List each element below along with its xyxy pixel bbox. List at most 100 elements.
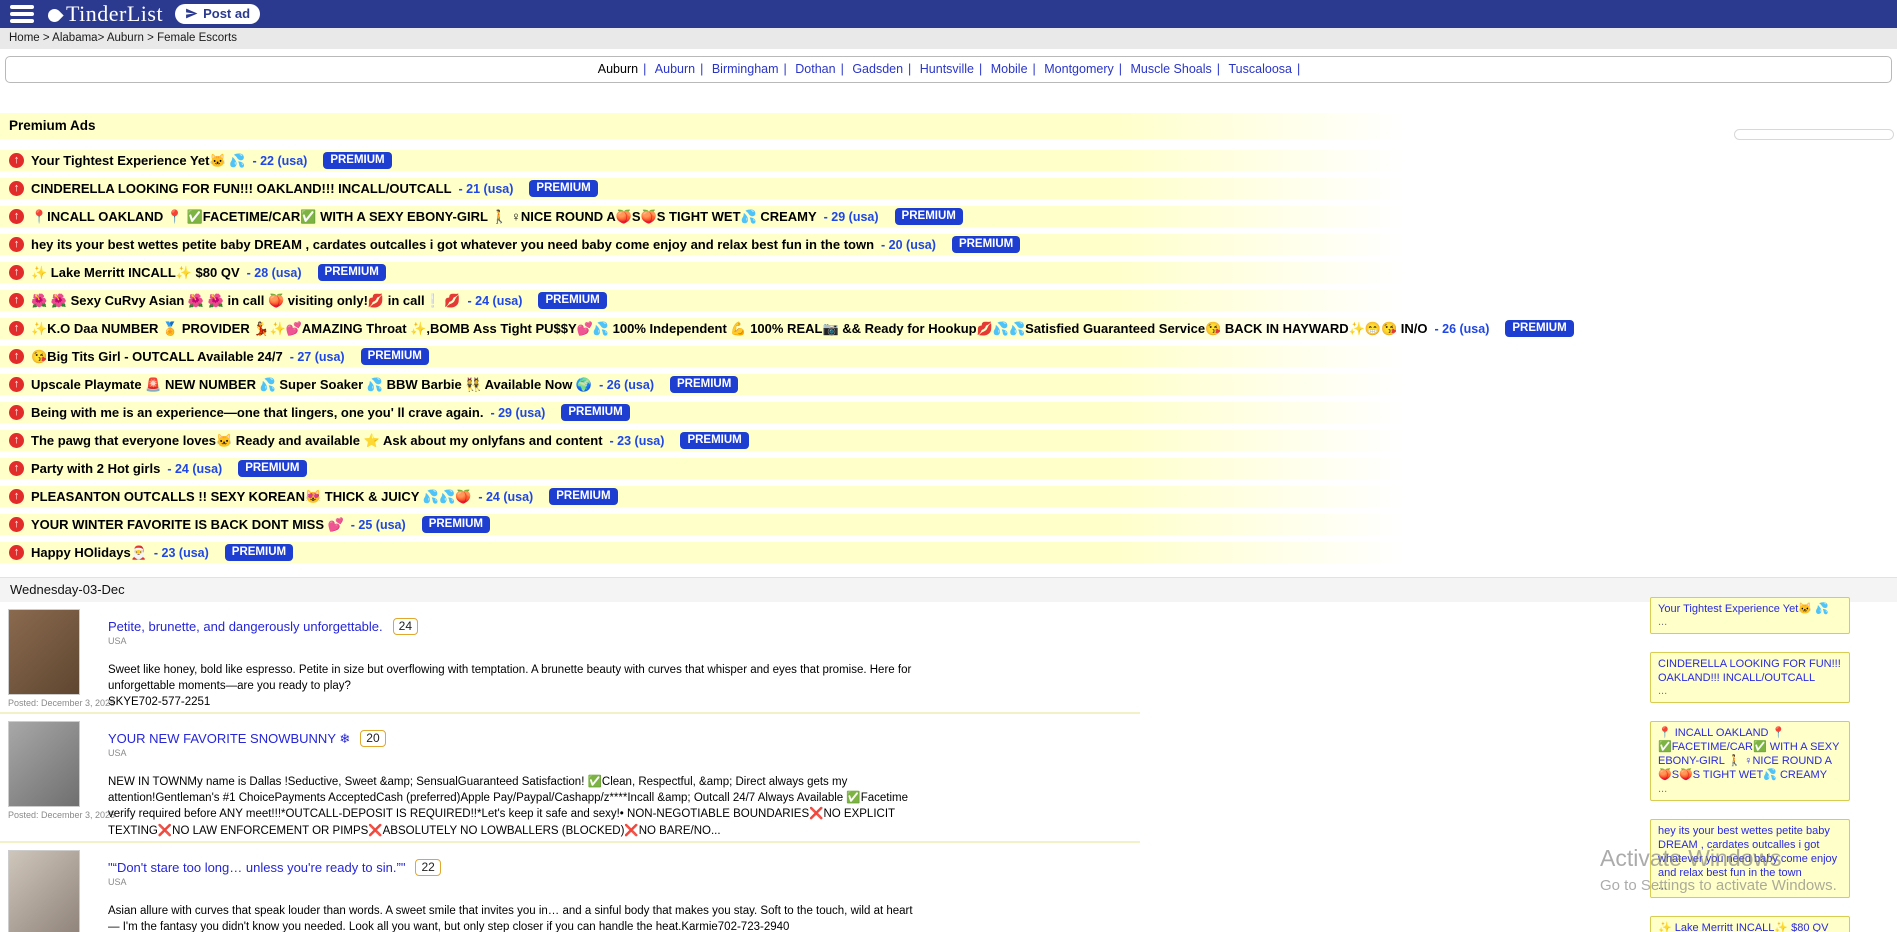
premium-badge[interactable]: PREMIUM: [318, 264, 386, 281]
premium-ad-row[interactable]: ↑ 😘Big Tits Girl - OUTCALL Available 24/…: [0, 346, 1897, 367]
premium-ad-row[interactable]: ↑ ✨K.O Daa NUMBER 🏅 PROVIDER 💃✨💕AMAZING …: [0, 318, 1897, 339]
breadcrumb: Home > Alabama> Auburn > Female Escorts: [0, 28, 1897, 49]
premium-ad-row[interactable]: ↑ CINDERELLA LOOKING FOR FUN!!! OAKLAND!…: [0, 178, 1897, 199]
premium-badge[interactable]: PREMIUM: [225, 544, 293, 561]
listing-age-badge: 20: [360, 730, 385, 747]
listing-content: YOUR NEW FAVORITE SNOWBUNNY ❄ 20 USA NEW…: [108, 721, 913, 838]
sidebar-ad-box[interactable]: 📍 INCALL OAKLAND 📍 ✅FACETIME/CAR✅ WITH A…: [1650, 721, 1850, 800]
bump-up-icon: ↑: [9, 293, 24, 308]
premium-ad-title[interactable]: The pawg that everyone loves🐱 Ready and …: [31, 433, 603, 449]
premium-ad-title[interactable]: 😘Big Tits Girl - OUTCALL Available 24/7: [31, 349, 283, 365]
site-logo[interactable]: TinderList: [48, 1, 163, 27]
city-link[interactable]: Huntsville: [920, 62, 974, 76]
premium-ad-title[interactable]: CINDERELLA LOOKING FOR FUN!!! OAKLAND!!!…: [31, 181, 452, 196]
city-link[interactable]: Montgomery: [1044, 62, 1113, 76]
premium-ad-title[interactable]: ✨ Lake Merritt INCALL✨ $80 QV: [31, 265, 240, 281]
premium-ad-title[interactable]: Being with me is an experience—one that …: [31, 405, 483, 420]
premium-ad-row[interactable]: ↑ ✨ Lake Merritt INCALL✨ $80 QV - 28 (us…: [0, 262, 1897, 283]
premium-ad-title[interactable]: 🌺 🌺 Sexy CuRvy Asian 🌺 🌺 in call 🍑 visit…: [31, 293, 461, 309]
city-separator: |: [841, 62, 844, 76]
premium-badge[interactable]: PREMIUM: [895, 208, 963, 225]
listing-row: Posted: December 3, 2025 Petite, brunett…: [0, 602, 1140, 714]
premium-ad-row[interactable]: ↑ PLEASANTON OUTCALLS !! SEXY KOREAN😻 TH…: [0, 486, 1897, 507]
premium-badge[interactable]: PREMIUM: [549, 488, 617, 505]
sidebar-ad-box[interactable]: hey its your best wettes petite baby DRE…: [1650, 819, 1850, 898]
premium-ad-row[interactable]: ↑ Your Tightest Experience Yet🐱 💦 - 22 (…: [0, 150, 1897, 171]
premium-badge[interactable]: PREMIUM: [561, 404, 629, 421]
listing-title-link[interactable]: Petite, brunette, and dangerously unforg…: [108, 619, 383, 634]
sidebar-ad-title[interactable]: hey its your best wettes petite baby DRE…: [1658, 824, 1842, 880]
bump-up-icon: ↑: [9, 153, 24, 168]
premium-badge[interactable]: PREMIUM: [680, 432, 748, 449]
premium-badge[interactable]: PREMIUM: [422, 516, 490, 533]
premium-ad-title[interactable]: ✨K.O Daa NUMBER 🏅 PROVIDER 💃✨💕AMAZING Th…: [31, 321, 1428, 337]
premium-ad-title[interactable]: Upscale Playmate 🚨 NEW NUMBER 💦 Super So…: [31, 377, 592, 393]
paper-plane-icon: [185, 7, 198, 20]
listing-description: Sweet like honey, bold like espresso. Pe…: [108, 662, 913, 694]
premium-ad-title[interactable]: Party with 2 Hot girls: [31, 461, 160, 476]
bump-up-icon: ↑: [9, 377, 24, 392]
breadcrumb-item[interactable]: Alabama: [52, 32, 97, 44]
listings-feed: Posted: December 3, 2025 Petite, brunett…: [0, 602, 1140, 932]
premium-ad-row[interactable]: ↑ Being with me is an experience—one tha…: [0, 402, 1897, 423]
bump-up-icon: ↑: [9, 209, 24, 224]
premium-ad-row[interactable]: ↑ 📍INCALL OAKLAND 📍 ✅FACETIME/CAR✅ WITH …: [0, 206, 1897, 227]
city-link[interactable]: Dothan: [795, 62, 835, 76]
premium-ad-row[interactable]: ↑ YOUR WINTER FAVORITE IS BACK DONT MISS…: [0, 514, 1897, 535]
city-link[interactable]: Birmingham: [712, 62, 779, 76]
city-link[interactable]: Auburn: [598, 62, 638, 76]
premium-badge[interactable]: PREMIUM: [1505, 320, 1573, 337]
premium-ad-age: - 24 (usa): [468, 294, 523, 308]
city-separator: |: [784, 62, 787, 76]
premium-badge[interactable]: PREMIUM: [952, 236, 1020, 253]
bump-up-icon: ↑: [9, 349, 24, 364]
premium-ad-age: - 23 (usa): [610, 434, 665, 448]
premium-ad-title[interactable]: YOUR WINTER FAVORITE IS BACK DONT MISS 💕: [31, 517, 344, 533]
premium-ad-row[interactable]: ↑ Happy HOlidays🎅 - 23 (usa) PREMIUM: [0, 542, 1897, 563]
breadcrumb-item[interactable]: Auburn: [107, 32, 144, 44]
listing-thumbnail-photo[interactable]: [8, 721, 80, 807]
post-ad-button[interactable]: Post ad: [175, 4, 260, 24]
listing-thumbnail-photo[interactable]: [8, 850, 80, 932]
breadcrumb-item[interactable]: Female Escorts: [157, 32, 237, 44]
premium-ad-title[interactable]: PLEASANTON OUTCALLS !! SEXY KOREAN😻 THIC…: [31, 489, 471, 505]
city-link[interactable]: Mobile: [991, 62, 1028, 76]
premium-ad-title[interactable]: hey its your best wettes petite baby DRE…: [31, 237, 874, 252]
premium-ad-row[interactable]: ↑ 🌺 🌺 Sexy CuRvy Asian 🌺 🌺 in call 🍑 vis…: [0, 290, 1897, 311]
premium-badge[interactable]: PREMIUM: [538, 292, 606, 309]
sidebar-ad-title[interactable]: 📍 INCALL OAKLAND 📍 ✅FACETIME/CAR✅ WITH A…: [1658, 726, 1842, 782]
top-right-scrollbar[interactable]: [1734, 129, 1894, 140]
premium-ad-row[interactable]: ↑ The pawg that everyone loves🐱 Ready an…: [0, 430, 1897, 451]
premium-badge[interactable]: PREMIUM: [323, 152, 391, 169]
sidebar-ad-box[interactable]: CINDERELLA LOOKING FOR FUN!!! OAKLAND!!!…: [1650, 652, 1850, 703]
sidebar-ad-ellipsis: ...: [1658, 880, 1842, 892]
premium-badge[interactable]: PREMIUM: [238, 460, 306, 477]
sidebar-ad-box[interactable]: Your Tightest Experience Yet🐱 💦 ...: [1650, 597, 1850, 634]
city-link[interactable]: Auburn: [655, 62, 695, 76]
sidebar-ad-box[interactable]: ✨ Lake Merritt INCALL✨ $80 QV ...: [1650, 916, 1850, 932]
listing-title-link[interactable]: "“Don't stare too long… unless you're re…: [108, 860, 405, 875]
sidebar-ad-title[interactable]: CINDERELLA LOOKING FOR FUN!!! OAKLAND!!!…: [1658, 657, 1842, 685]
city-separator: |: [1119, 62, 1122, 76]
premium-badge[interactable]: PREMIUM: [670, 376, 738, 393]
sidebar-ad-ellipsis: ...: [1658, 616, 1842, 628]
breadcrumb-item[interactable]: Home: [9, 32, 40, 44]
listing-title-link[interactable]: YOUR NEW FAVORITE SNOWBUNNY ❄: [108, 731, 350, 747]
city-link[interactable]: Tuscaloosa: [1229, 62, 1292, 76]
city-link[interactable]: Muscle Shoals: [1130, 62, 1211, 76]
bump-up-icon: ↑: [9, 405, 24, 420]
premium-ad-row[interactable]: ↑ hey its your best wettes petite baby D…: [0, 234, 1897, 255]
premium-ad-row[interactable]: ↑ Party with 2 Hot girls - 24 (usa) PREM…: [0, 458, 1897, 479]
listing-thumbnail-photo[interactable]: [8, 609, 80, 695]
sidebar-ad-title[interactable]: ✨ Lake Merritt INCALL✨ $80 QV: [1658, 921, 1842, 932]
sidebar-ad-title[interactable]: Your Tightest Experience Yet🐱 💦: [1658, 602, 1842, 616]
hamburger-menu-icon[interactable]: [8, 3, 36, 25]
premium-ad-row[interactable]: ↑ Upscale Playmate 🚨 NEW NUMBER 💦 Super …: [0, 374, 1897, 395]
premium-ad-title[interactable]: 📍INCALL OAKLAND 📍 ✅FACETIME/CAR✅ WITH A …: [31, 209, 817, 225]
premium-ad-title[interactable]: Happy HOlidays🎅: [31, 545, 147, 561]
premium-badge[interactable]: PREMIUM: [529, 180, 597, 197]
listing-content: "“Don't stare too long… unless you're re…: [108, 850, 913, 932]
premium-badge[interactable]: PREMIUM: [361, 348, 429, 365]
premium-ad-title[interactable]: Your Tightest Experience Yet🐱 💦: [31, 153, 245, 169]
city-link[interactable]: Gadsden: [852, 62, 903, 76]
